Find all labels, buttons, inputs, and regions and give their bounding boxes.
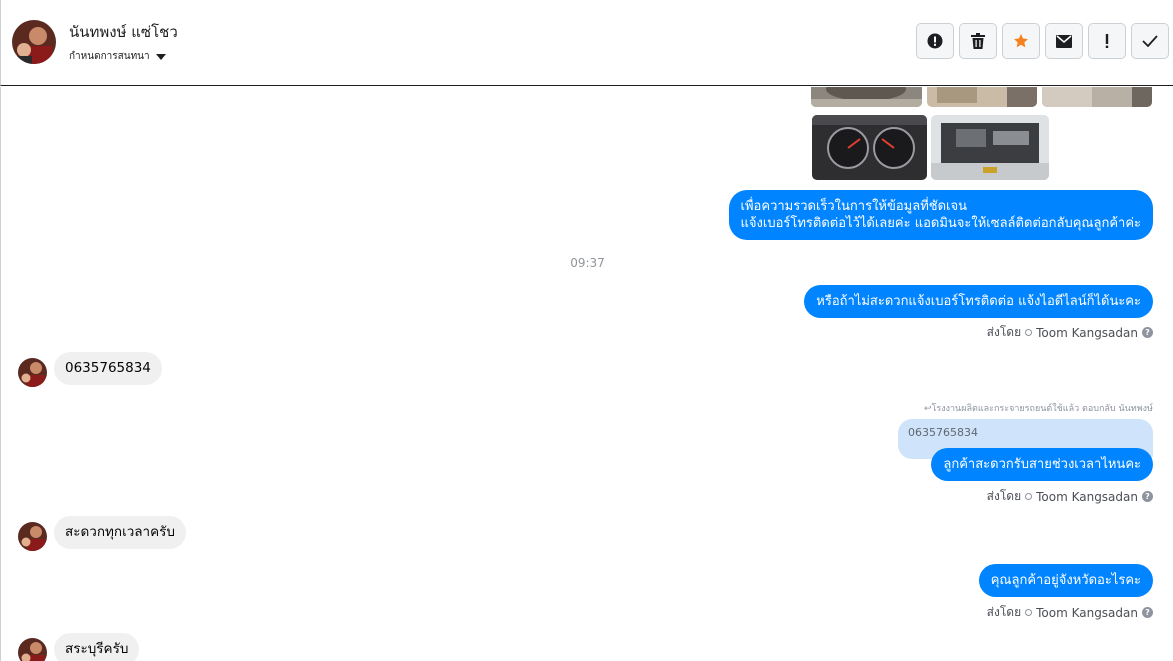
sender-name[interactable]: Toom Kangsadan — [1036, 326, 1138, 340]
star-icon — [1014, 34, 1028, 48]
help-icon[interactable]: ? — [1142, 327, 1153, 338]
done-button[interactable] — [1131, 23, 1169, 59]
check-icon — [1142, 35, 1158, 47]
sender-name[interactable]: Toom Kangsadan — [1036, 490, 1138, 504]
status-dot-icon — [1025, 493, 1033, 500]
outgoing-message[interactable]: หรือถ้าไม่สะดวกแจ้งเบอร์โทรติดต่อ แจ้งไอ… — [804, 285, 1153, 318]
alert-circle-icon — [927, 33, 943, 49]
toolbar — [916, 23, 1169, 59]
incoming-message[interactable]: สระบุรีครับ — [54, 633, 140, 661]
help-icon[interactable]: ? — [1142, 491, 1153, 502]
status-dot-icon — [1025, 329, 1033, 336]
follow-up-button[interactable] — [1088, 23, 1126, 59]
conversation-header: นันทพงษ์ แซ่โชว กำหนดการสนทนา — [0, 0, 1173, 86]
delete-button[interactable] — [959, 23, 997, 59]
star-button[interactable] — [1002, 23, 1040, 59]
car-photo-engine[interactable] — [931, 115, 1049, 180]
incoming-message[interactable]: สะดวกทุกเวลาครับ — [54, 516, 186, 549]
sent-by-label: ส่งโดย Toom Kangsadan ? — [987, 603, 1153, 622]
car-photo-interior-2[interactable] — [927, 87, 1037, 107]
status-dot-icon — [1025, 609, 1033, 616]
contact-name[interactable]: นันทพงษ์ แซ่โชว — [69, 20, 178, 44]
timestamp-separator: 09:37 — [570, 256, 605, 270]
conversation-schedule-dropdown[interactable]: กำหนดการสนทนา — [69, 49, 166, 64]
envelope-icon — [1056, 34, 1072, 48]
sent-by-label: ส่งโดย Toom Kangsadan ? — [987, 487, 1153, 506]
sent-by-prefix: ส่งโดย — [986, 325, 1022, 339]
avatar[interactable] — [12, 20, 56, 64]
message-text-line: เพื่อความรวดเร็วในการให้ข้อมูลที่ชัดเจน — [740, 199, 967, 214]
car-photo-dashboard[interactable] — [812, 115, 927, 180]
car-photo-interior-3[interactable] — [1042, 87, 1152, 107]
avatar[interactable] — [18, 522, 47, 551]
sender-name[interactable]: Toom Kangsadan — [1036, 606, 1138, 620]
sent-by-prefix: ส่งโดย — [986, 605, 1022, 619]
message-thread[interactable]: เพื่อความรวดเร็วในการให้ข้อมูลที่ชัดเจน … — [0, 87, 1173, 661]
trash-icon — [971, 33, 985, 49]
sent-by-label: ส่งโดย Toom Kangsadan ? — [987, 323, 1153, 342]
message-text-line: แจ้งเบอร์โทรติดต่อไว้ได้เลยค่ะ แอดมินจะใ… — [740, 216, 1141, 231]
mark-unread-button[interactable] — [1045, 23, 1083, 59]
spam-button[interactable] — [916, 23, 954, 59]
exclamation-icon — [1105, 34, 1109, 48]
outgoing-message[interactable]: เพื่อความรวดเร็วในการให้ข้อมูลที่ชัดเจน … — [728, 190, 1153, 240]
incoming-message[interactable]: 0635765834 — [54, 352, 162, 385]
help-icon[interactable]: ? — [1142, 607, 1153, 618]
schedule-label: กำหนดการสนทนา — [69, 51, 150, 62]
outgoing-message[interactable]: ลูกค้าสะดวกรับสายช่วงเวลาไหนคะ — [931, 448, 1153, 481]
avatar[interactable] — [18, 638, 47, 661]
car-photo-interior-1[interactable] — [811, 87, 922, 107]
reply-context-label: ↩โรงงานผลิตและกระจายรถยนต์ใช้แล้ว ตอบกลั… — [924, 404, 1153, 414]
sent-by-prefix: ส่งโดย — [986, 489, 1022, 503]
outgoing-message[interactable]: คุณลูกค้าอยู่จังหวัดอะไรคะ — [978, 564, 1153, 597]
avatar[interactable] — [18, 358, 47, 387]
caret-down-icon — [155, 53, 166, 60]
